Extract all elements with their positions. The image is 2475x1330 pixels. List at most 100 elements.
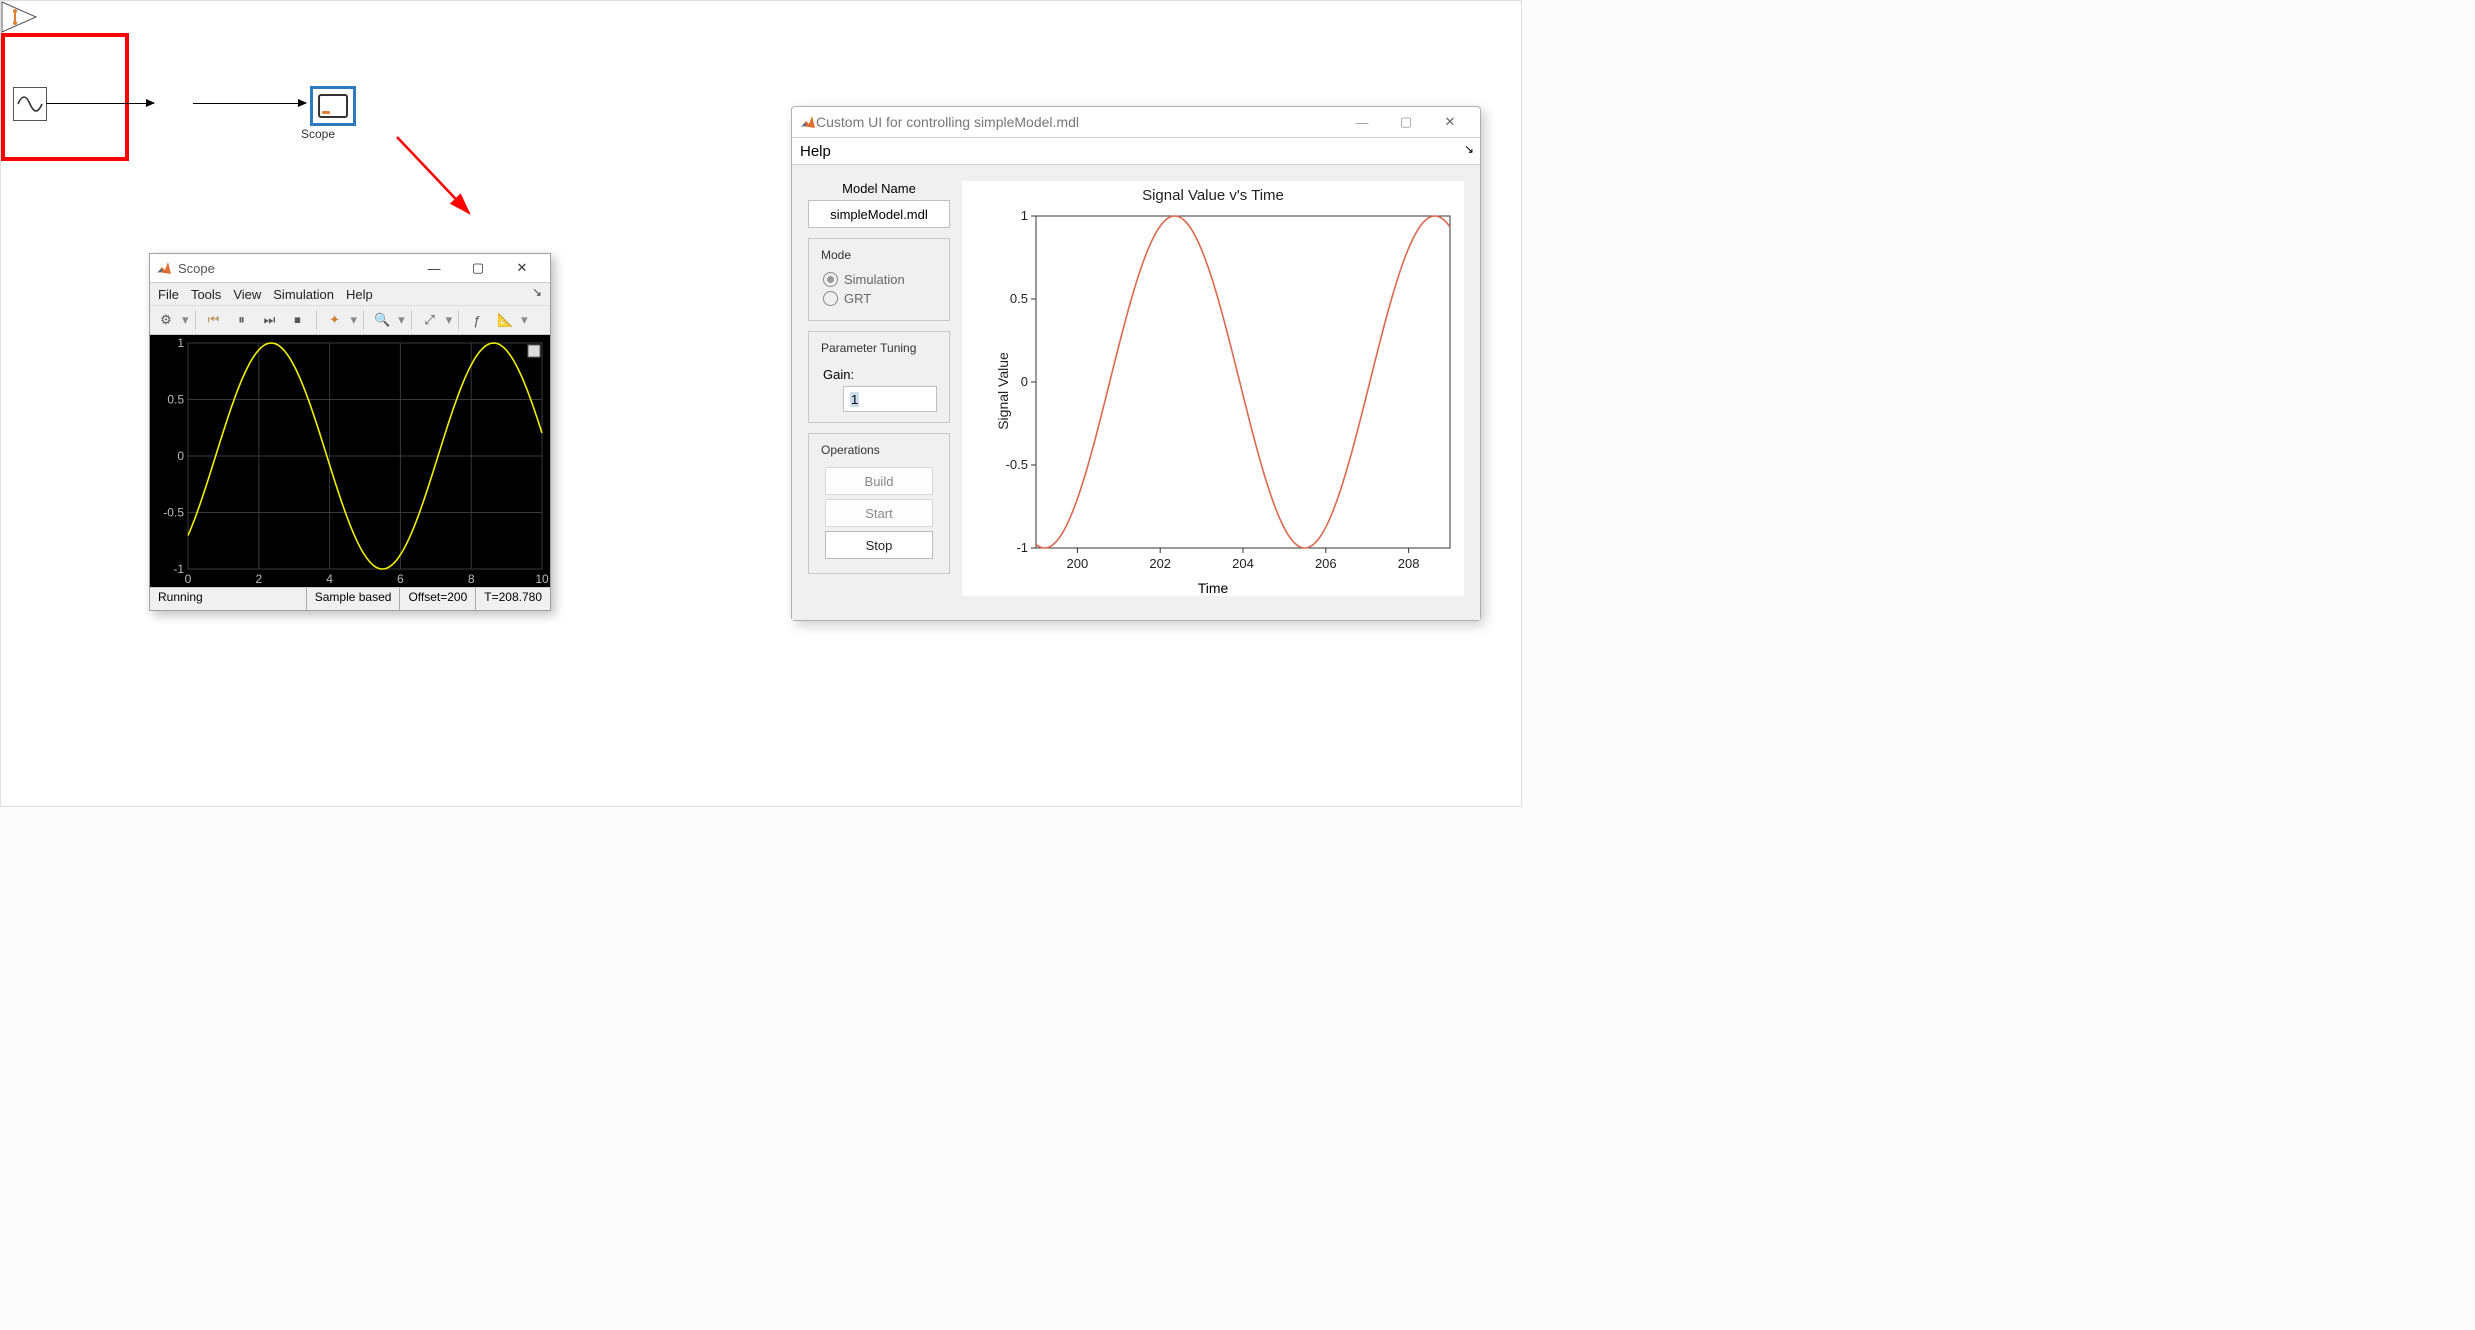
svg-text:0.5: 0.5 xyxy=(1010,291,1028,306)
scope-block[interactable] xyxy=(310,86,356,126)
signal-chart: 10.50-0.5-1200202204206208 xyxy=(984,206,1464,576)
undock-icon[interactable]: ↘ xyxy=(528,285,546,299)
operations-legend: Operations xyxy=(817,443,884,457)
undock-icon[interactable]: ↘ xyxy=(1464,142,1474,156)
maximize-button[interactable]: ▢ xyxy=(456,254,500,282)
maximize-button[interactable]: ▢ xyxy=(1384,108,1428,136)
parameter-tuning-fieldset: Parameter Tuning Gain: 1 xyxy=(808,331,950,423)
menu-help[interactable]: Help xyxy=(800,143,831,160)
start-button-label: Start xyxy=(865,506,892,521)
menu-help[interactable]: Help xyxy=(342,287,377,302)
svg-text:2: 2 xyxy=(255,572,262,586)
signal-plot-panel: Signal Value v's Time Signal Value 1 0.5 0… xyxy=(962,181,1464,596)
scope-plot-area[interactable]: 10.50-0.5-10246810 xyxy=(150,335,550,587)
parameter-tuning-legend: Parameter Tuning xyxy=(817,341,920,355)
svg-text:1: 1 xyxy=(177,336,184,350)
minimize-button[interactable]: — xyxy=(412,254,456,282)
scope-status-bar: Running Sample based Offset=200 T=208.78… xyxy=(150,587,550,610)
svg-text:204: 204 xyxy=(1232,556,1254,571)
svg-text:-0.5: -0.5 xyxy=(163,506,184,520)
svg-text:10: 10 xyxy=(535,572,549,586)
zoom-icon[interactable]: 🔍 xyxy=(370,308,394,332)
operations-fieldset: Operations Build Start Stop xyxy=(808,433,950,574)
pause-icon[interactable]: ⏸ xyxy=(230,308,254,332)
stop-button-label: Stop xyxy=(866,538,893,553)
gain-block[interactable] xyxy=(1,1,37,33)
scope-toolbar: ⚙▾ ⏮ ⏸ ⏭ ⏹ ✦▾ 🔍▾ ⤢▾ ƒ 📐▾ xyxy=(150,305,550,335)
svg-text:0.5: 0.5 xyxy=(167,393,184,407)
scope-menubar: File Tools View Simulation Help ↘ xyxy=(150,283,550,305)
build-button[interactable]: Build xyxy=(825,467,933,495)
plot-title: Signal Value v's Time xyxy=(962,181,1464,206)
svg-text:208: 208 xyxy=(1398,556,1420,571)
sine-wave-block[interactable] xyxy=(13,87,47,121)
matlab-icon xyxy=(156,260,172,276)
svg-text:8: 8 xyxy=(468,572,475,586)
menu-simulation[interactable]: Simulation xyxy=(269,287,338,302)
mode-simulation-label: Simulation xyxy=(844,272,905,287)
controls-panel: Model Name simpleModel.mdl Mode Simulati… xyxy=(808,181,950,596)
mode-legend: Mode xyxy=(817,248,855,262)
scope-block-label: Scope xyxy=(301,127,335,141)
minimize-button[interactable]: — xyxy=(1340,108,1384,136)
svg-text:0: 0 xyxy=(185,572,192,586)
custom-ui-title: Custom UI for controlling simpleModel.md… xyxy=(816,114,1340,130)
mode-grt-radio[interactable]: GRT xyxy=(823,291,941,306)
close-button[interactable]: ✕ xyxy=(1428,108,1472,136)
settings-icon[interactable]: ⚙ xyxy=(154,308,178,332)
step-forward-icon[interactable]: ⏭ xyxy=(258,308,282,332)
gain-input[interactable]: 1 xyxy=(843,386,937,412)
matlab-icon xyxy=(800,114,816,130)
status-state: Running xyxy=(150,588,307,610)
menu-tools[interactable]: Tools xyxy=(187,287,225,302)
workspace-canvas: Scope Scope — ▢ ✕ File Tools View Simula… xyxy=(0,0,1522,807)
scope-chart: 10.50-0.5-10246810 xyxy=(150,335,550,587)
autoscale-icon[interactable]: ⤢ xyxy=(418,308,442,332)
status-offset: Offset=200 xyxy=(400,588,476,610)
stop-button[interactable]: Stop xyxy=(825,531,933,559)
scope-block-icon xyxy=(318,94,348,118)
x-axis-label: Time xyxy=(962,576,1464,596)
close-button[interactable]: ✕ xyxy=(500,254,544,282)
mode-simulation-radio[interactable]: Simulation xyxy=(823,272,941,287)
gain-triangle-icon xyxy=(1,1,37,33)
svg-text:202: 202 xyxy=(1149,556,1171,571)
svg-text:6: 6 xyxy=(397,572,404,586)
menu-view[interactable]: View xyxy=(229,287,265,302)
scope-window: Scope — ▢ ✕ File Tools View Simulation H… xyxy=(149,253,551,611)
scope-titlebar[interactable]: Scope — ▢ ✕ xyxy=(150,254,550,283)
radio-selected-icon xyxy=(823,272,838,287)
mode-grt-label: GRT xyxy=(844,291,871,306)
menu-file[interactable]: File xyxy=(154,287,183,302)
svg-text:-0.5: -0.5 xyxy=(1006,457,1028,472)
stop-icon[interactable]: ⏹ xyxy=(286,308,310,332)
build-button-label: Build xyxy=(865,474,894,489)
custom-ui-titlebar[interactable]: Custom UI for controlling simpleModel.md… xyxy=(792,107,1480,138)
svg-text:0: 0 xyxy=(177,449,184,463)
sine-icon xyxy=(16,93,44,115)
model-name-label: Model Name xyxy=(808,181,950,196)
start-button[interactable]: Start xyxy=(825,499,933,527)
status-time: T=208.780 xyxy=(476,588,550,610)
status-mode: Sample based xyxy=(307,588,401,610)
measure-icon[interactable]: 📐 xyxy=(493,308,517,332)
scope-window-title: Scope xyxy=(178,261,412,276)
svg-text:-1: -1 xyxy=(173,562,184,576)
triggers-icon[interactable]: ƒ xyxy=(465,308,489,332)
y-axis-label: Signal Value xyxy=(995,352,1011,430)
svg-text:0: 0 xyxy=(1021,374,1028,389)
model-name-input[interactable]: simpleModel.mdl xyxy=(808,200,950,228)
step-back-icon[interactable]: ⏮ xyxy=(202,308,226,332)
signal-wire-2 xyxy=(193,103,306,104)
mode-fieldset: Mode Simulation GRT xyxy=(808,238,950,321)
svg-text:1: 1 xyxy=(1021,208,1028,223)
svg-text:200: 200 xyxy=(1067,556,1089,571)
model-name-value: simpleModel.mdl xyxy=(830,207,928,222)
annotation-arrow xyxy=(391,131,481,221)
svg-text:-1: -1 xyxy=(1016,540,1028,555)
svg-text:4: 4 xyxy=(326,572,333,586)
gain-value: 1 xyxy=(850,392,859,407)
custom-ui-window: Custom UI for controlling simpleModel.md… xyxy=(791,106,1481,621)
highlight-icon[interactable]: ✦ xyxy=(323,308,347,332)
signal-wire-1 xyxy=(46,103,154,104)
